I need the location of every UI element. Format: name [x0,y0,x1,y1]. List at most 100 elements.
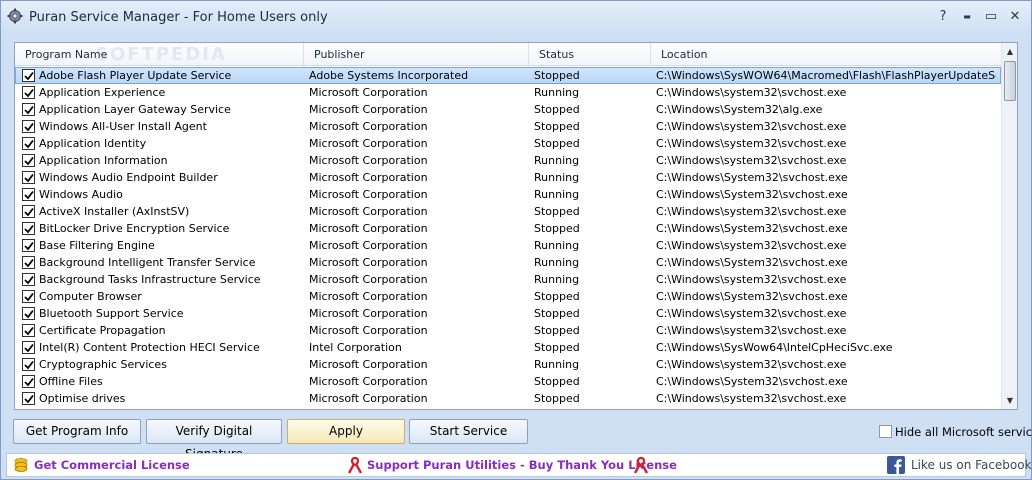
hide-microsoft-label[interactable]: Hide all Microsoft services [895,425,1032,439]
row-checkbox[interactable] [22,171,35,184]
hide-microsoft-checkbox-box[interactable] [879,425,892,438]
like-facebook-link[interactable]: Like us on Facebook [911,454,1032,476]
scroll-up-icon[interactable]: ▲ [1002,43,1017,60]
row-checkbox[interactable] [22,358,35,371]
scroll-thumb[interactable] [1004,61,1016,101]
row-checkbox[interactable] [22,103,35,116]
cell-location: C:\Windows\system32\svchost.exe [656,307,847,320]
checkmark-icon [24,343,34,353]
cell-program-name: Optimise drives [39,392,126,405]
table-row[interactable]: Background Intelligent Transfer Service M… [15,254,1001,271]
close-button[interactable]: ✕ [1005,9,1025,25]
table-row[interactable]: Adobe Flash Player Update Service Adobe S… [15,67,1001,84]
row-checkbox[interactable] [22,341,35,354]
checkmark-icon [24,224,34,234]
cell-program-name: Windows Audio [39,188,123,201]
get-program-info-button[interactable]: Get Program Info [13,419,141,444]
cell-program-name: Offline Files [39,375,103,388]
row-checkbox[interactable] [22,256,35,269]
row-checkbox[interactable] [22,154,35,167]
cell-program-name: Certificate Propagation [39,324,166,337]
restore-button[interactable]: ▭ [981,9,1001,25]
checkmark-icon [24,241,34,251]
get-commercial-license-link[interactable]: Get Commercial License [34,454,190,476]
cell-status: Running [534,188,580,201]
minimize-button[interactable]: ▬ [957,9,977,25]
cell-publisher: Microsoft Corporation [309,273,428,286]
cell-location: C:\Windows\System32\svchost.exe [656,375,848,388]
help-button[interactable]: ? [933,9,953,25]
support-puran-link[interactable]: Support Puran Utilities - Buy Thank You … [367,454,677,476]
vertical-scrollbar[interactable]: ▲ ▼ [1001,43,1017,409]
cell-publisher: Adobe Systems Incorporated [309,69,469,82]
row-checkbox[interactable] [22,239,35,252]
cell-status: Stopped [534,137,580,150]
cell-program-name: Base Filtering Engine [39,239,155,252]
column-header-publisher[interactable]: Publisher [304,43,529,66]
cell-location: C:\Windows\System32\svchost.exe [656,290,848,303]
table-row[interactable]: Computer Browser Microsoft Corporation Sto… [15,288,1001,305]
table-row[interactable]: Application Experience Microsoft Corporat… [15,84,1001,101]
table-row[interactable]: Windows Audio Endpoint Builder Microsoft … [15,169,1001,186]
cell-location: C:\Windows\System32\svchost.exe [656,188,848,201]
row-checkbox[interactable] [22,290,35,303]
column-header-status[interactable]: Status [529,43,651,66]
cell-status: Stopped [534,341,580,354]
cell-program-name: BitLocker Drive Encryption Service [39,222,230,235]
table-row[interactable]: Offline Files Microsoft Corporation Stoppe… [15,373,1001,390]
cell-location: C:\Windows\system32\svchost.exe [656,86,847,99]
table-row[interactable]: Background Tasks Infrastructure Service M… [15,271,1001,288]
row-checkbox[interactable] [22,120,35,133]
cell-status: Running [534,273,580,286]
cell-program-name: Intel(R) Content Protection HECI Service [39,341,260,354]
table-row[interactable]: Intel(R) Content Protection HECI Service… [15,339,1001,356]
row-checkbox[interactable] [22,392,35,405]
table-row[interactable]: Application Identity Microsoft Corporatio… [15,135,1001,152]
cell-publisher: Microsoft Corporation [309,188,428,201]
column-header-location[interactable]: Location [651,43,1001,66]
row-checkbox[interactable] [22,137,35,150]
cell-location: C:\Windows\system32\svchost.exe [656,154,847,167]
row-checkbox[interactable] [22,307,35,320]
cell-publisher: Microsoft Corporation [309,307,428,320]
cell-status: Stopped [534,290,580,303]
table-row[interactable]: Certificate Propagation Microsoft Corpora… [15,322,1001,339]
cell-location: C:\Windows\system32\svchost.exe [656,358,847,371]
row-checkbox[interactable] [22,324,35,337]
start-service-button[interactable]: Start Service [409,419,528,444]
checkmark-icon [24,258,34,268]
table-row[interactable]: Windows Audio Microsoft Corporation Runnin… [15,186,1001,203]
services-list: SOFTPEDIA Program Name Publisher Status … [14,42,1018,410]
cell-program-name: Application Layer Gateway Service [39,103,231,116]
table-row[interactable]: ActiveX Installer (AxInstSV) Microsoft Co… [15,203,1001,220]
row-checkbox[interactable] [22,273,35,286]
verify-digital-signature-button[interactable]: Verify Digital Signature [146,419,282,461]
table-row[interactable]: Application Layer Gateway Service Microso… [15,101,1001,118]
checkmark-icon [24,292,34,302]
facebook-icon[interactable] [887,456,905,477]
table-row[interactable]: Windows All-User Install Agent Microsoft … [15,118,1001,135]
table-row[interactable]: Base Filtering Engine Microsoft Corporati… [15,237,1001,254]
cell-status: Running [534,256,580,269]
row-checkbox[interactable] [22,222,35,235]
table-row[interactable]: Application Information Microsoft Corpora… [15,152,1001,169]
row-checkbox[interactable] [22,69,35,82]
checkmark-icon [24,377,34,387]
table-row[interactable]: Optimise drives Microsoft Corporation Stop… [15,390,1001,407]
apply-button[interactable]: Apply [287,419,405,444]
cell-publisher: Microsoft Corporation [309,256,428,269]
cell-status: Stopped [534,103,580,116]
column-header-program-name[interactable]: Program Name [15,43,304,66]
row-checkbox[interactable] [22,86,35,99]
table-row[interactable]: BitLocker Drive Encryption Service Micros… [15,220,1001,237]
title-bar[interactable]: Puran Service Manager - For Home Users o… [1,1,1031,33]
cell-publisher: Microsoft Corporation [309,222,428,235]
row-checkbox[interactable] [22,375,35,388]
scroll-down-icon[interactable]: ▼ [1002,392,1017,409]
row-checkbox[interactable] [22,205,35,218]
table-row[interactable]: Bluetooth Support Service Microsoft Corpo… [15,305,1001,322]
checkmark-icon [24,309,34,319]
row-checkbox[interactable] [22,188,35,201]
cell-publisher: Microsoft Corporation [309,154,428,167]
table-row[interactable]: Cryptographic Services Microsoft Corporat… [15,356,1001,373]
